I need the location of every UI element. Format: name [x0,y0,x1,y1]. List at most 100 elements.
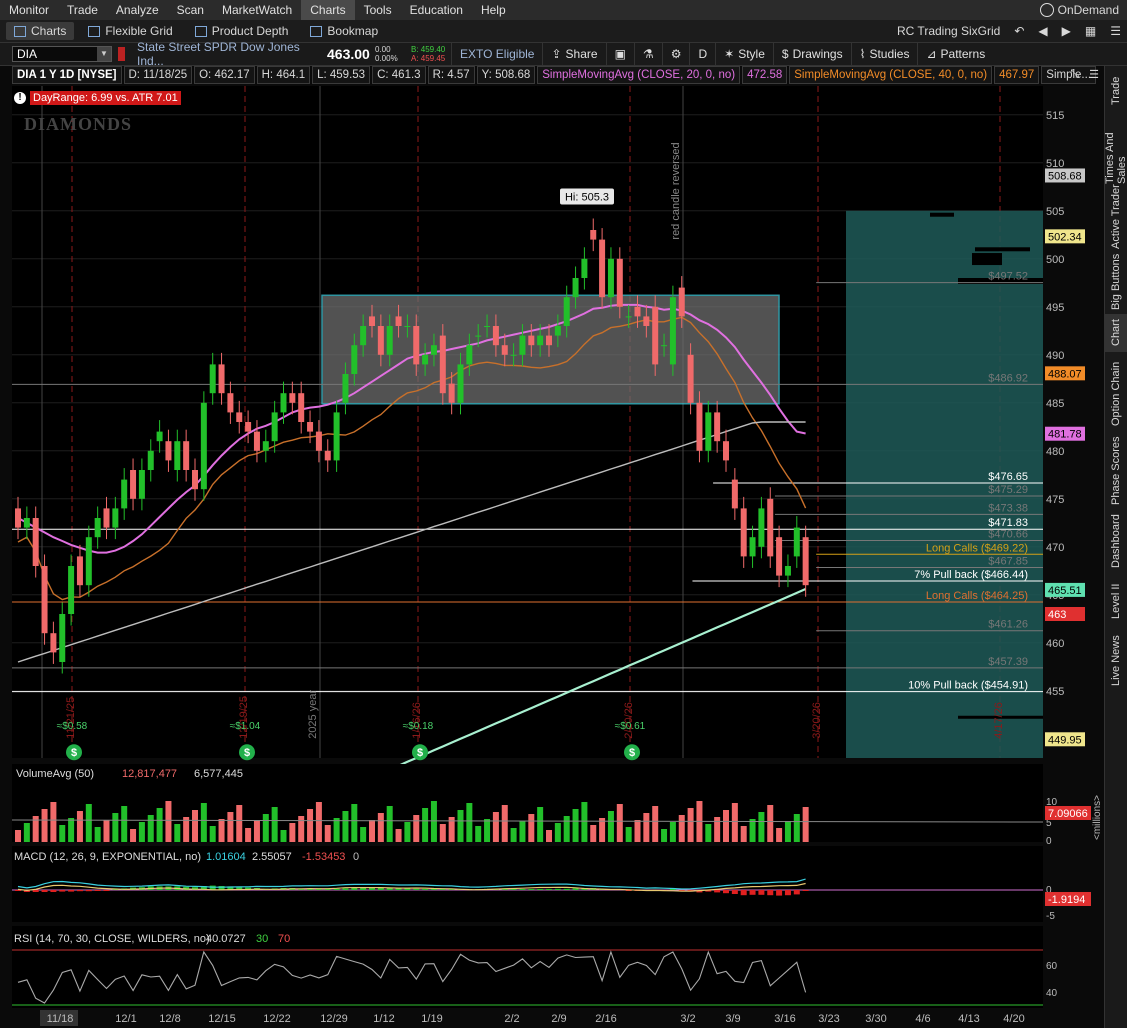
menu-item-trade[interactable]: Trade [58,0,107,20]
volume-bar [147,815,154,842]
tab-flexible-grid[interactable]: Flexible Grid [80,22,180,40]
macd-histogram-bar [554,888,561,890]
symbol-description: State Street SPDR Dow Jones Ind... [137,40,300,68]
menu-item-marketwatch[interactable]: MarketWatch [213,0,301,20]
menu-item-analyze[interactable]: Analyze [107,0,168,20]
macd-histogram-bar [50,890,57,892]
camera-icon: ▣ [614,47,626,61]
lab-button[interactable]: ⚗ [633,43,662,65]
studies-button[interactable]: ⌇ Studies [850,43,918,65]
volume-bar [68,818,75,842]
volume-bar [625,827,632,842]
link-color-tag[interactable] [118,47,125,61]
back-arrow-icon[interactable]: ◀ [1038,24,1047,38]
settings-button[interactable]: ⚙ [661,43,690,65]
chart-toolbar: DIA ▼ State Street SPDR Dow Jones Ind...… [0,40,1127,68]
tab-product-depth[interactable]: Product Depth [187,22,297,40]
candle-body [802,537,809,586]
volume-bar [484,819,491,842]
candle-body [15,508,21,528]
candle-body [138,470,145,499]
candle-body [386,326,393,355]
style-button[interactable]: ✶ Style [715,43,773,65]
price-level-label: $475.29 [988,484,1028,496]
volume-bar [643,813,650,842]
patterns-button[interactable]: ⊿ Patterns [917,43,993,65]
side-tab-dashboard[interactable]: Dashboard [1105,506,1127,576]
menu-icon[interactable]: ☰ [1089,68,1099,81]
dividend-label: ≈$0.61 [615,721,646,732]
x-axis-label: 3/30 [865,1013,886,1025]
candle-body [510,354,517,356]
volume-bar [501,805,508,842]
side-tab-live-news[interactable]: Live News [1105,626,1127,696]
gear-icon: ⚙ [670,47,682,61]
price-badge-text: 488.07 [1048,368,1082,380]
price-axis-label: 475 [1046,494,1064,506]
macd-histogram-bar [723,890,729,894]
zoom-icon[interactable]: ⤡ [1070,68,1079,81]
menu-item-monitor[interactable]: Monitor [0,0,58,20]
tab-charts[interactable]: Charts [6,22,75,40]
side-tab-level-ii[interactable]: Level II [1105,576,1127,626]
candle-body [94,518,101,538]
side-tab-active-trader[interactable]: Active Trader [1105,184,1127,250]
grid-layout-icon[interactable]: ▦ [1085,24,1096,38]
exto-eligible-label: EXTO Eligible [451,43,542,65]
alert-icon: ! [14,92,26,104]
chevron-down-icon[interactable]: ▼ [97,47,111,61]
volume-bar [439,824,446,842]
symbol-input[interactable]: DIA ▼ [12,46,112,62]
price-level-label: $461.26 [988,619,1028,631]
volume-bar [351,804,358,842]
candle-body [404,326,411,327]
period-button[interactable]: D [689,43,715,65]
candle-body [546,335,552,346]
volume-bar [740,826,747,842]
rsi-value-1: 40.0727 [206,933,246,945]
share-button[interactable]: ⇪ Share [542,43,605,65]
grid-name-button[interactable]: RC Trading SixGrid [897,24,1000,38]
ondemand-button[interactable]: OnDemand [1039,0,1119,20]
menu-item-education[interactable]: Education [401,0,472,20]
volume-bar [236,805,243,842]
side-tab-big-buttons[interactable]: Big Buttons [1105,250,1127,314]
macd-histogram-bar [413,888,420,890]
candle-body [395,316,402,326]
volume-bar [280,830,287,842]
menu-item-tools[interactable]: Tools [355,0,401,20]
side-tab-phase-scores[interactable]: Phase Scores [1105,436,1127,506]
candle-body [253,431,260,451]
volume-bar [307,809,314,842]
volume-bar [413,815,420,842]
forward-arrow-icon[interactable]: ▶ [1062,24,1071,38]
undo-icon[interactable]: ↶ [1014,24,1024,38]
candle-body [85,537,92,586]
drawings-button[interactable]: $ Drawings [772,43,851,65]
side-tab-option-chain[interactable]: Option Chain [1105,352,1127,436]
candle-body [32,518,39,566]
tab-bookmap[interactable]: Bookmap [302,22,386,40]
volume-bar [723,810,729,842]
tab-icon [14,25,26,37]
menu-item-scan[interactable]: Scan [168,0,213,20]
price-chart[interactable]: 515510505500495490485480475470465460455$… [0,84,1127,1028]
menu-item-help[interactable]: Help [472,0,515,20]
side-tab-chart[interactable]: Chart [1105,314,1127,352]
x-axis-label: 12/29 [320,1013,348,1025]
side-tab-times-and-sales[interactable]: Times And Sales [1104,116,1127,184]
menu-icon[interactable]: ☰ [1110,24,1121,38]
candle-body [68,566,75,614]
volume-bar [209,826,216,842]
snapshot-button[interactable]: ▣ [605,43,634,65]
side-tab-trade[interactable]: Trade [1105,66,1127,116]
price-axis-label: 500 [1046,254,1064,266]
macd-histogram-bar [784,890,791,896]
price-level-label: $457.39 [988,656,1028,668]
menu-item-charts[interactable]: Charts [301,0,355,20]
chart-title: DIA 1 Y 1D [NYSE] [12,66,122,84]
candle-body [50,633,57,653]
candle-body [740,508,747,557]
x-axis-label: 3/23 [818,1013,839,1025]
volume-bar [554,823,561,842]
